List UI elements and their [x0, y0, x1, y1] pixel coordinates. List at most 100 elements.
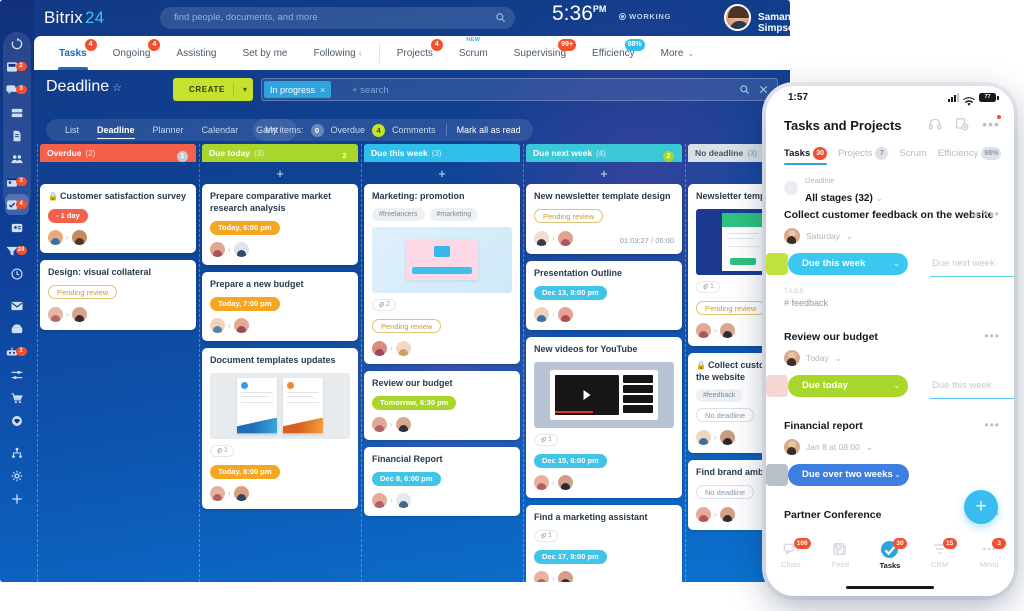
avatar-assignee[interactable]	[557, 230, 573, 246]
tab-more[interactable]: More ⌄	[648, 36, 708, 70]
back-arrow-icon[interactable]: ◄·	[970, 210, 982, 220]
avatar-assignee[interactable]	[557, 474, 573, 490]
phone-tab-projects[interactable]: Projects 7	[838, 146, 889, 160]
filter-chip-in-progress[interactable]: In progress ×	[264, 81, 332, 98]
rail-shop-icon[interactable]	[0, 386, 34, 409]
phone-task-item[interactable]: Financial report ••• Jan 8 at 08:00 ⌄ Due ov…	[766, 409, 1014, 498]
rail-plus-icon[interactable]	[0, 487, 34, 510]
task-card[interactable]: Design: visual collateral Pending review ›	[40, 259, 196, 330]
column-add-task-button[interactable]: +	[202, 162, 358, 184]
close-icon[interactable]: ×	[320, 85, 325, 95]
global-search-input[interactable]: find people, documents, and more	[160, 7, 515, 29]
avatar-creator[interactable]	[372, 416, 387, 432]
user-name[interactable]: Samantha Simpson▾	[758, 12, 790, 34]
rail-tasks-icon[interactable]: 4	[0, 193, 34, 216]
rail-activity-icon[interactable]	[0, 32, 34, 55]
avatar-creator[interactable]	[534, 306, 549, 322]
avatar-assignee[interactable]	[719, 429, 735, 445]
task-card[interactable]: Financial Report Dec 8, 6:00 pm ›	[364, 446, 520, 516]
rail-drive-icon[interactable]	[0, 101, 34, 124]
view-deadline[interactable]: Deadline	[88, 125, 144, 139]
more-options-icon[interactable]: •••	[982, 115, 1001, 131]
attachment-count[interactable]: 1	[534, 433, 558, 446]
more-options-icon[interactable]: •••	[984, 208, 1000, 220]
app-logo[interactable]: Bitrix 24	[42, 8, 104, 28]
attachment-count[interactable]: 1	[534, 529, 558, 542]
add-task-fab[interactable]: +	[964, 490, 998, 524]
column-header[interactable]: Due today (3)	[202, 144, 358, 162]
avatar-creator[interactable]	[534, 570, 549, 582]
rail-inventory-icon[interactable]	[0, 317, 34, 340]
avatar-assignee[interactable]	[71, 229, 87, 245]
avatar-creator[interactable]	[210, 241, 225, 257]
overdue-label[interactable]: Overdue	[331, 125, 366, 135]
more-options-icon[interactable]: •••	[984, 330, 1000, 342]
rail-settings-sliders-icon[interactable]	[0, 363, 34, 386]
phone-bottom-nav[interactable]: Chats 106 Feed Tasks 30 CRM 15 Menu 3	[766, 534, 1014, 596]
search-filter-icon[interactable]	[955, 117, 969, 131]
phone-tab-bar[interactable]: Tasks 30 Projects 7 Scrum Efficiency 98%	[784, 142, 1006, 165]
phone-tag-value[interactable]: # feedback	[784, 298, 1000, 308]
rail-gear-icon[interactable]	[0, 464, 34, 487]
mark-all-read-button[interactable]: Mark all as read	[457, 125, 521, 135]
tab-set-by-me[interactable]: Set by me	[229, 36, 300, 70]
task-card[interactable]: 2 Prepare a new budget Today, 7:00 pm ›	[202, 151, 358, 341]
column-add-task-button[interactable]: +	[526, 162, 682, 184]
tab-supervising[interactable]: Supervising 99+	[501, 36, 579, 70]
task-card[interactable]: 1 🔒 Customer satisfaction survey - 1 day ›	[40, 151, 196, 253]
comments-label[interactable]: Comments	[392, 125, 436, 135]
view-calendar[interactable]: Calendar	[193, 125, 248, 135]
rail-sitemap-icon[interactable]	[0, 441, 34, 464]
rail-group-icon[interactable]	[0, 147, 34, 170]
tab-scrum[interactable]: NEW Scrum	[446, 36, 501, 70]
task-card[interactable]: Marketing: promotion #freelancers #marketi…	[364, 184, 520, 364]
rail-news-icon[interactable]: 2	[0, 55, 34, 78]
avatar-creator[interactable]	[534, 474, 549, 490]
main-tab-bar[interactable]: Tasks 4 Ongoing 4 Assisting Set by me Followin…	[34, 36, 790, 70]
tab-efficiency[interactable]: Efficiency 98%	[579, 36, 648, 70]
task-card[interactable]: Document templates updates 1 Today, 8:00 p…	[202, 347, 358, 509]
avatar-creator[interactable]	[696, 322, 711, 338]
phone-stage-chip[interactable]: Due over two weeks ⌄	[788, 464, 909, 486]
avatar-creator[interactable]	[534, 230, 549, 246]
chevron-down-icon[interactable]: ▾	[243, 85, 247, 94]
task-card[interactable]: Find a marketing assistant 1 Dec 17, 9:00 …	[526, 504, 682, 582]
task-tag[interactable]: #freelancers	[372, 207, 425, 221]
rail-automation-icon[interactable]	[0, 262, 34, 285]
rail-contacts-icon[interactable]	[0, 216, 34, 239]
view-planner[interactable]: Planner	[144, 125, 193, 135]
more-options-icon[interactable]: •••	[984, 419, 1000, 431]
attachment-count[interactable]: 2	[372, 298, 396, 311]
column-add-task-button[interactable]: +	[364, 162, 520, 184]
phone-tab-efficiency[interactable]: Efficiency 98%	[938, 146, 1002, 160]
tab-assisting[interactable]: Assisting	[163, 36, 229, 70]
avatar[interactable]	[784, 350, 800, 366]
rail-chat-icon[interactable]: 3	[0, 78, 34, 101]
view-list[interactable]: List	[56, 125, 88, 135]
column-header[interactable]: Due this week (3)	[364, 144, 520, 162]
search-icon[interactable]	[739, 84, 750, 95]
task-card[interactable]: Review our budget Tomorrow, 6:30 pm ›	[364, 370, 520, 440]
phone-nav-tasks[interactable]: Tasks 30	[865, 538, 915, 578]
column-header[interactable]: Due next week (4)	[526, 144, 682, 162]
rail-heart-icon[interactable]	[0, 409, 34, 432]
avatar-creator[interactable]	[372, 492, 387, 508]
phone-task-stage-row[interactable]: Due over two weeks ⌄	[766, 464, 1000, 486]
avatar[interactable]	[724, 4, 751, 31]
phone-task-item[interactable]: Collect customer feedback on the website…	[766, 198, 1014, 320]
phone-next-stage-label[interactable]: Due next week	[932, 253, 995, 275]
phone-task-date[interactable]: Jan 8 at 08:00	[806, 442, 860, 452]
avatar-creator[interactable]	[696, 506, 711, 522]
avatar-assignee[interactable]	[71, 306, 87, 322]
task-tag[interactable]: #marketing	[429, 207, 479, 221]
task-card[interactable]: New newsletter template design Pending re…	[526, 184, 682, 254]
column-header[interactable]: Overdue (2)	[40, 144, 196, 162]
star-icon[interactable]: ☆	[112, 82, 122, 94]
avatar-assignee[interactable]	[395, 416, 411, 432]
filter-search-bar[interactable]: In progress × + search	[261, 78, 778, 101]
avatar-assignee[interactable]	[233, 485, 249, 501]
phone-next-stage-label[interactable]: Due this week	[932, 375, 992, 397]
avatar-assignee[interactable]	[557, 570, 573, 582]
rail-calendar-icon[interactable]: 3	[0, 170, 34, 193]
avatar-creator[interactable]	[210, 485, 225, 501]
